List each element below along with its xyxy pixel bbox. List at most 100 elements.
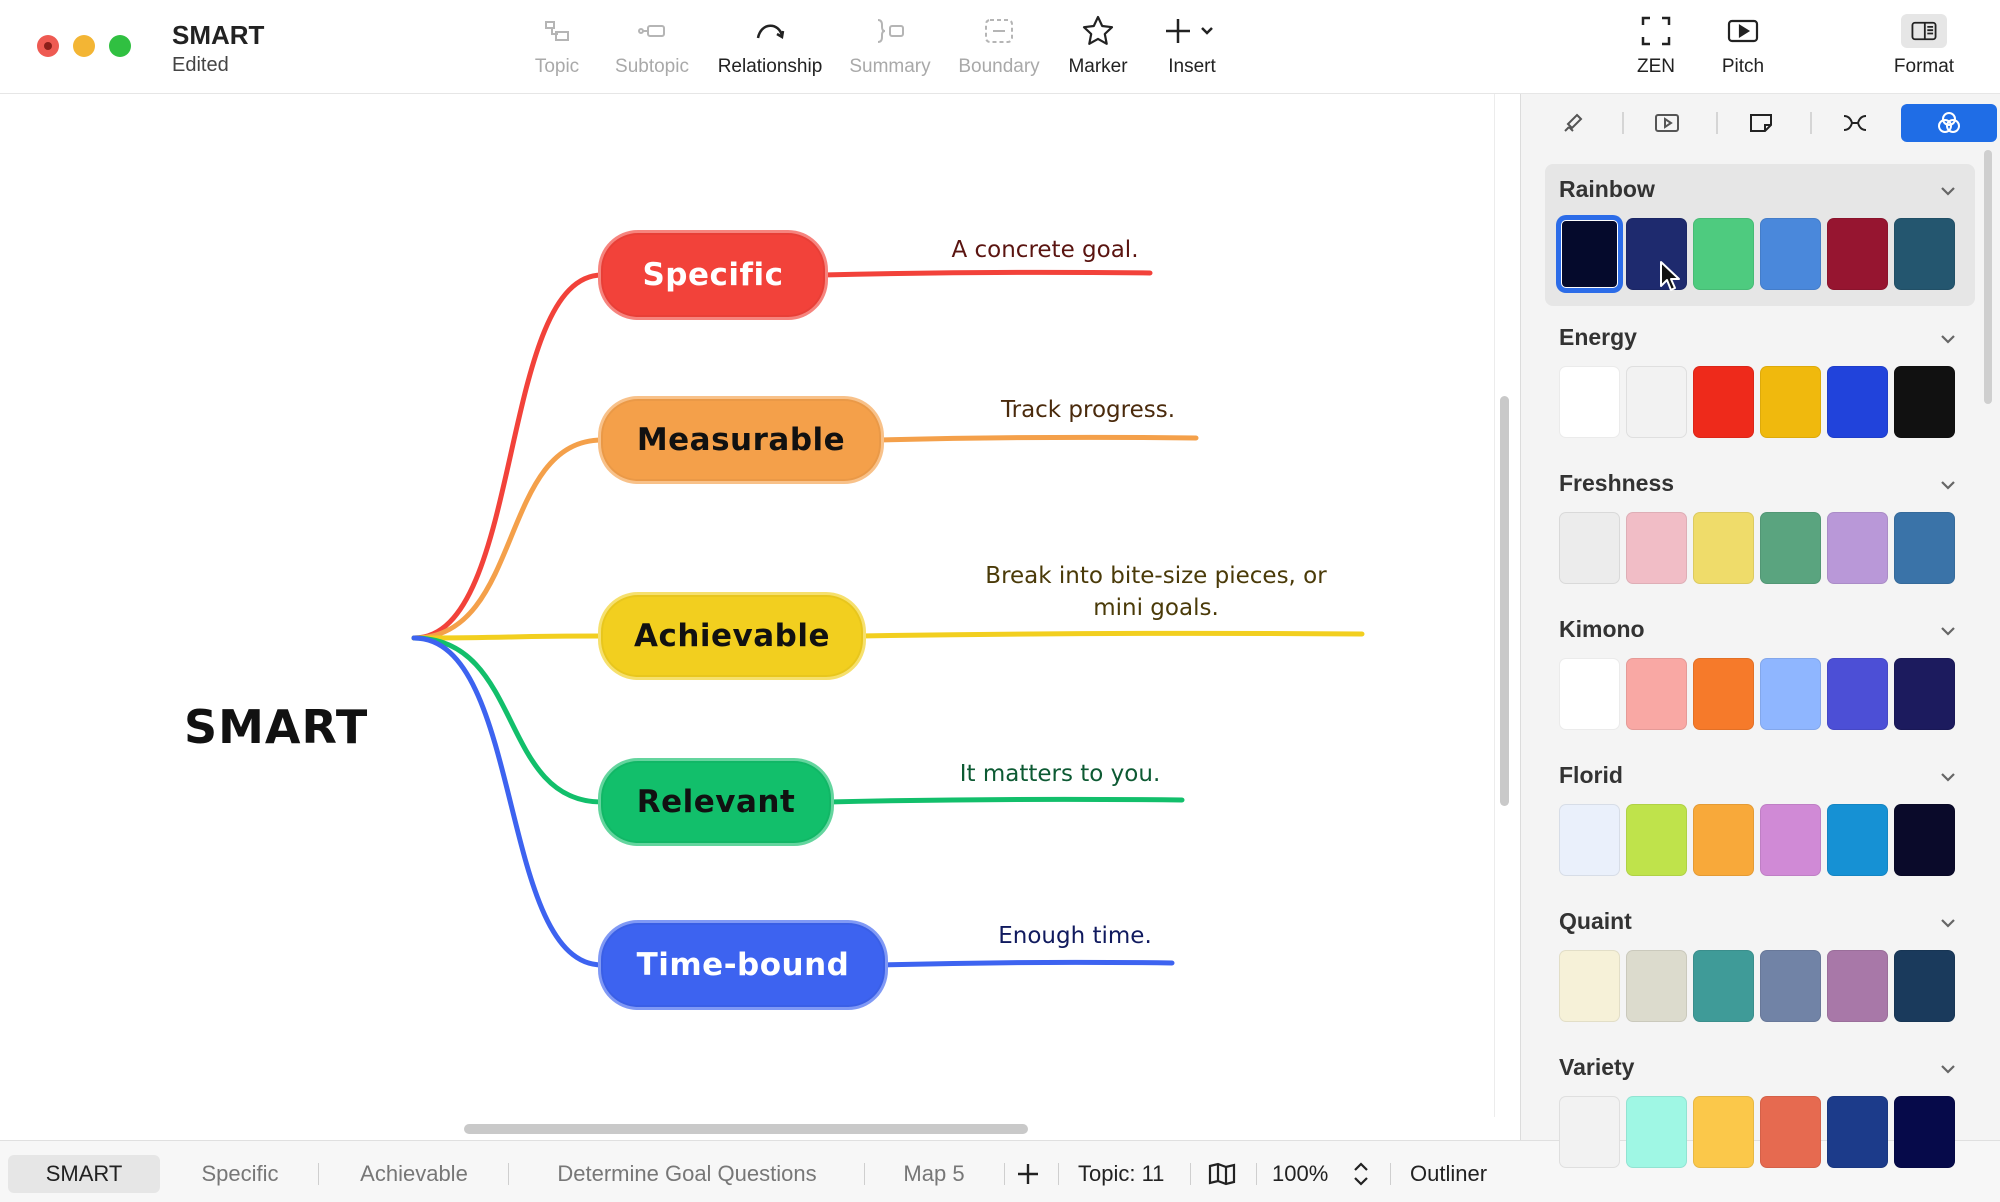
chevron-down-icon[interactable] bbox=[1937, 1058, 1959, 1080]
sheet-tab-smart[interactable]: SMART bbox=[8, 1155, 160, 1193]
color-swatch[interactable] bbox=[1626, 1096, 1687, 1168]
color-swatch[interactable] bbox=[1693, 512, 1754, 584]
color-swatch[interactable] bbox=[1760, 218, 1821, 290]
color-swatch[interactable] bbox=[1760, 366, 1821, 438]
root-topic[interactable]: SMART bbox=[184, 700, 368, 754]
boundary-button[interactable]: Boundary bbox=[944, 14, 1054, 84]
color-swatch[interactable] bbox=[1894, 950, 1955, 1022]
sheet-tab-map-5[interactable]: Map 5 bbox=[880, 1155, 988, 1193]
topic-label: Topic bbox=[534, 56, 580, 77]
color-swatch[interactable] bbox=[1693, 804, 1754, 876]
color-swatch[interactable] bbox=[1693, 1096, 1754, 1168]
color-swatch[interactable] bbox=[1827, 658, 1888, 730]
topic-specific[interactable]: Specific bbox=[598, 230, 828, 320]
mind-map-canvas[interactable]: SMART Specific A concrete goal. Measurable… bbox=[0, 94, 1494, 1117]
color-swatch[interactable] bbox=[1760, 950, 1821, 1022]
color-swatch[interactable] bbox=[1827, 1096, 1888, 1168]
outliner-button[interactable]: Outliner bbox=[1410, 1155, 1487, 1193]
color-swatch[interactable] bbox=[1626, 658, 1687, 730]
tab-style[interactable] bbox=[1525, 104, 1621, 142]
color-swatch[interactable] bbox=[1827, 512, 1888, 584]
zoom-level[interactable]: 100% bbox=[1272, 1155, 1328, 1193]
chevron-down-icon[interactable] bbox=[1937, 912, 1959, 934]
topic-button[interactable]: Topic bbox=[502, 14, 612, 84]
relationship-button[interactable]: Relationship bbox=[715, 14, 825, 84]
color-swatch[interactable] bbox=[1827, 366, 1888, 438]
zoom-window-button[interactable] bbox=[109, 35, 131, 57]
color-swatch[interactable] bbox=[1760, 512, 1821, 584]
subtopic-button[interactable]: Subtopic bbox=[597, 14, 707, 84]
color-swatch[interactable] bbox=[1559, 950, 1620, 1022]
tab-theme-color[interactable] bbox=[1901, 104, 1997, 142]
swatch-row bbox=[1558, 217, 1969, 292]
color-swatch[interactable] bbox=[1559, 658, 1620, 730]
color-swatch[interactable] bbox=[1693, 366, 1754, 438]
minimize-window-button[interactable] bbox=[73, 35, 95, 57]
chevron-down-icon[interactable] bbox=[1937, 474, 1959, 496]
zoom-stepper[interactable] bbox=[1352, 1155, 1370, 1193]
summary-button[interactable]: Summary bbox=[835, 14, 945, 84]
horizontal-scroll-thumb[interactable] bbox=[464, 1124, 1028, 1134]
theme-name: Energy bbox=[1559, 324, 1637, 350]
color-swatch[interactable] bbox=[1626, 950, 1687, 1022]
branch-connector bbox=[411, 635, 605, 805]
color-swatch[interactable] bbox=[1626, 804, 1687, 876]
topic-achievable[interactable]: Achievable bbox=[598, 592, 866, 680]
vertical-scroll-thumb[interactable] bbox=[1500, 396, 1509, 806]
color-swatch[interactable] bbox=[1626, 512, 1687, 584]
chevron-down-icon[interactable] bbox=[1937, 180, 1959, 202]
tab-pitch[interactable] bbox=[1619, 104, 1715, 142]
add-sheet-button[interactable] bbox=[1012, 1155, 1044, 1193]
topic-time-bound[interactable]: Time-bound bbox=[598, 920, 888, 1010]
insert-button[interactable]: Insert bbox=[1137, 14, 1247, 84]
format-button[interactable]: Format bbox=[1869, 14, 1979, 84]
color-swatch[interactable] bbox=[1894, 512, 1955, 584]
color-swatch[interactable] bbox=[1559, 512, 1620, 584]
color-swatch[interactable] bbox=[1827, 804, 1888, 876]
topic-note[interactable]: Break into bite-size pieces, or mini goa… bbox=[966, 560, 1346, 624]
chevron-down-icon[interactable] bbox=[1937, 620, 1959, 642]
fullscreen-icon bbox=[1641, 16, 1671, 46]
chevron-down-icon[interactable] bbox=[1937, 766, 1959, 788]
color-swatch[interactable] bbox=[1559, 1096, 1620, 1168]
color-swatch[interactable] bbox=[1760, 804, 1821, 876]
topic-icon bbox=[545, 21, 569, 41]
color-swatch[interactable] bbox=[1894, 366, 1955, 438]
color-swatch[interactable] bbox=[1693, 950, 1754, 1022]
topic-note[interactable]: A concrete goal. bbox=[930, 234, 1160, 266]
color-swatch[interactable] bbox=[1626, 366, 1687, 438]
chevron-down-icon[interactable] bbox=[1937, 328, 1959, 350]
swatch-row bbox=[1559, 804, 1969, 878]
color-swatch[interactable] bbox=[1559, 366, 1620, 438]
topic-note[interactable]: Enough time. bbox=[990, 920, 1160, 952]
swatch-row bbox=[1559, 366, 1969, 440]
color-swatch[interactable] bbox=[1559, 804, 1620, 876]
tab-separator bbox=[1190, 1163, 1191, 1185]
topic-note[interactable]: It matters to you. bbox=[940, 758, 1180, 790]
slideshow-icon bbox=[1655, 114, 1679, 132]
pitch-button[interactable]: Pitch bbox=[1688, 14, 1798, 84]
color-swatch[interactable] bbox=[1693, 218, 1754, 290]
theme-name: Kimono bbox=[1559, 616, 1645, 642]
color-swatch[interactable] bbox=[1760, 1096, 1821, 1168]
sheet-tab-specific[interactable]: Specific bbox=[178, 1155, 302, 1193]
color-swatch[interactable] bbox=[1827, 950, 1888, 1022]
sheet-tab-determine-goal-questions[interactable]: Determine Goal Questions bbox=[528, 1155, 846, 1193]
color-swatch[interactable] bbox=[1894, 658, 1955, 730]
tab-sticker[interactable] bbox=[1713, 104, 1809, 142]
panel-scrollbar[interactable] bbox=[1984, 150, 1992, 404]
color-swatch[interactable] bbox=[1827, 218, 1888, 290]
tab-layout[interactable] bbox=[1807, 104, 1903, 142]
sheet-tab-achievable[interactable]: Achievable bbox=[336, 1155, 492, 1193]
color-swatch[interactable] bbox=[1894, 1096, 1955, 1168]
color-swatch[interactable] bbox=[1693, 658, 1754, 730]
color-swatch[interactable] bbox=[1894, 804, 1955, 876]
topic-measurable[interactable]: Measurable bbox=[598, 396, 884, 484]
color-swatch[interactable] bbox=[1894, 218, 1955, 290]
color-swatch[interactable] bbox=[1558, 217, 1621, 291]
close-window-button[interactable] bbox=[37, 35, 59, 57]
map-view-button[interactable] bbox=[1208, 1155, 1236, 1193]
color-swatch[interactable] bbox=[1760, 658, 1821, 730]
topic-relevant[interactable]: Relevant bbox=[598, 758, 834, 846]
topic-note[interactable]: Track progress. bbox=[988, 394, 1188, 426]
